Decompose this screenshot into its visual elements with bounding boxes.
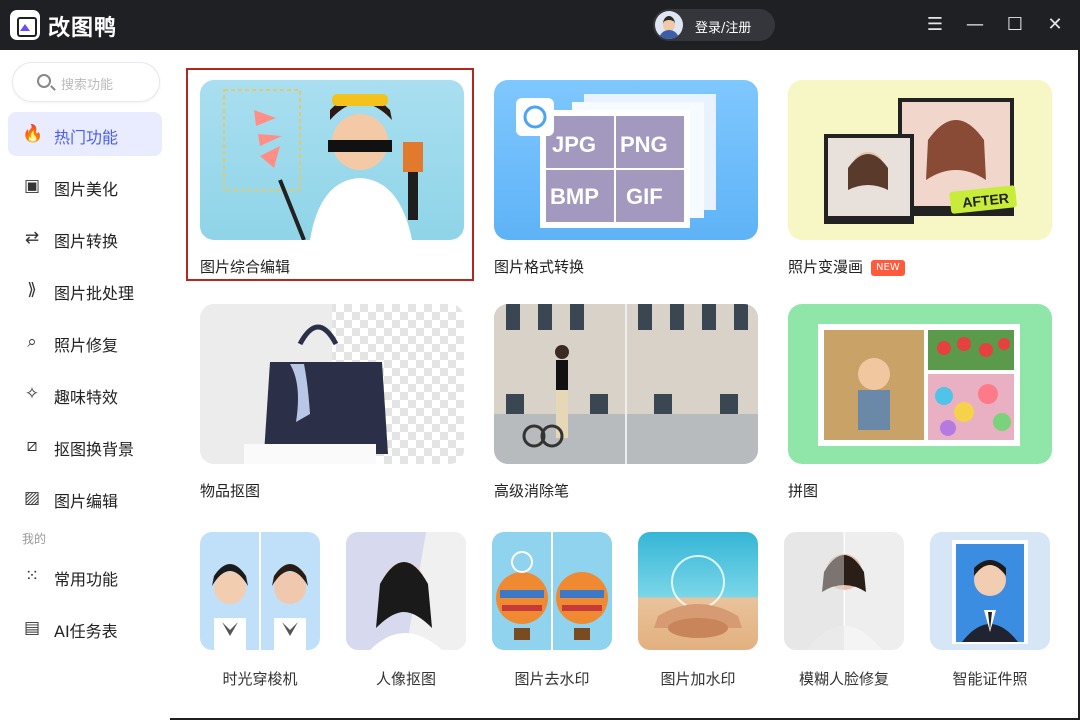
flame-icon: 🔥 (22, 124, 44, 144)
feature-label: 图片综合编辑 (200, 258, 291, 276)
sidebar-item-convert[interactable]: ⇄ 图片转换 (8, 216, 162, 260)
feature-label-text: 照片变漫画 (788, 258, 864, 276)
task-list-icon: ▤ (23, 618, 41, 638)
feature-label: 时光穿梭机 (222, 670, 298, 688)
sidebar-item-label: 图片美化 (54, 180, 119, 199)
object-cutout-thumbnail (200, 304, 464, 464)
format-convert-thumbnail: JPG PNG BMP GIF (494, 80, 758, 240)
id-photo-thumbnail (930, 532, 1050, 650)
format-png: PNG (620, 132, 668, 157)
feature-label: 拼图 (788, 482, 819, 500)
new-badge: NEW (871, 260, 905, 276)
section-mine-label: 我的 (22, 532, 47, 546)
magic-wand-icon: ✧ (24, 384, 40, 404)
login-label: 登录/注册 (695, 21, 752, 36)
sidebar-item-label: 图片转换 (54, 232, 119, 251)
feature-label: 图片加水印 (660, 670, 736, 688)
app-logo-icon (10, 10, 40, 40)
sidebar-item-batch[interactable]: ⟫ 图片批处理 (8, 268, 162, 312)
minimize-icon[interactable]: — (962, 12, 988, 38)
search-icon (37, 74, 51, 88)
blur-face-restore-thumbnail (784, 532, 904, 650)
image-edit-icon: ▨ (23, 488, 41, 508)
avatar (655, 11, 683, 39)
format-bmp: BMP (550, 184, 599, 209)
format-jpg: JPG (552, 132, 596, 157)
sidebar-item-beautify[interactable]: ▣ 图片美化 (8, 164, 162, 208)
feature-label: 物品抠图 (200, 482, 261, 500)
format-gif: GIF (626, 184, 663, 209)
remove-watermark-thumbnail (492, 532, 612, 650)
sidebar-item-label: 常用功能 (54, 570, 119, 589)
sidebar-item-label: 照片修复 (54, 336, 119, 355)
photo-repair-icon: ⌕ (27, 332, 37, 352)
convert-icon: ⇄ (24, 228, 40, 248)
feature-label: 智能证件照 (952, 670, 1028, 688)
grid-icon: ⁙ (24, 566, 40, 586)
feature-label: 图片格式转换 (494, 258, 585, 276)
sidebar-item-label: AI任务表 (54, 622, 118, 641)
sidebar-item-effects[interactable]: ✧ 趣味特效 (8, 372, 162, 416)
feature-label: 模糊人脸修复 (798, 670, 889, 688)
sidebar-item-label: 图片批处理 (54, 284, 135, 303)
login-button[interactable]: 登录/注册 (653, 9, 775, 41)
maximize-icon[interactable]: ☐ (1002, 12, 1028, 38)
menu-icon[interactable]: ☰ (922, 12, 948, 38)
sidebar-item-ai-tasks[interactable]: ▤ AI任务表 (8, 606, 162, 650)
collage-thumbnail (788, 304, 1052, 464)
feature-label: 照片变漫画 NEW (788, 256, 905, 277)
add-watermark-thumbnail (638, 532, 758, 650)
title-bar: 改图鸭 登录/注册 ☰ — ☐ ✕ (0, 0, 1080, 50)
feature-label: 人像抠图 (375, 670, 436, 688)
batch-icon: ⟫ (27, 280, 37, 300)
sidebar-item-label: 趣味特效 (54, 388, 119, 407)
sidebar-item-cutout[interactable]: ⧄ 抠图换背景 (8, 424, 162, 468)
advanced-eraser-thumbnail (494, 304, 758, 464)
sidebar-item-label: 抠图换背景 (54, 440, 135, 459)
feature-label: 高级消除笔 (494, 482, 570, 500)
sidebar-item-hot[interactable]: 🔥 热门功能 (8, 112, 162, 156)
image-sparkle-icon: ▣ (23, 176, 41, 196)
close-icon[interactable]: ✕ (1042, 12, 1068, 38)
search-placeholder: 搜索功能 (61, 78, 114, 93)
photo-to-comic-thumbnail: AFTER (788, 80, 1052, 240)
time-machine-thumbnail (200, 532, 320, 650)
comprehensive-edit-thumbnail (200, 80, 464, 240)
sidebar-item-edit[interactable]: ▨ 图片编辑 (8, 476, 162, 520)
sidebar-item-favorites[interactable]: ⁙ 常用功能 (8, 554, 162, 598)
feature-label: 图片去水印 (514, 670, 590, 688)
search-input[interactable]: 搜索功能 (12, 62, 160, 102)
portrait-cutout-thumbnail (346, 532, 466, 650)
cutout-icon: ⧄ (26, 436, 38, 456)
sidebar-item-label: 图片编辑 (54, 492, 119, 511)
app-name: 改图鸭 (48, 16, 118, 41)
sidebar-item-label: 热门功能 (54, 128, 119, 147)
sidebar-item-repair[interactable]: ⌕ 照片修复 (8, 320, 162, 364)
